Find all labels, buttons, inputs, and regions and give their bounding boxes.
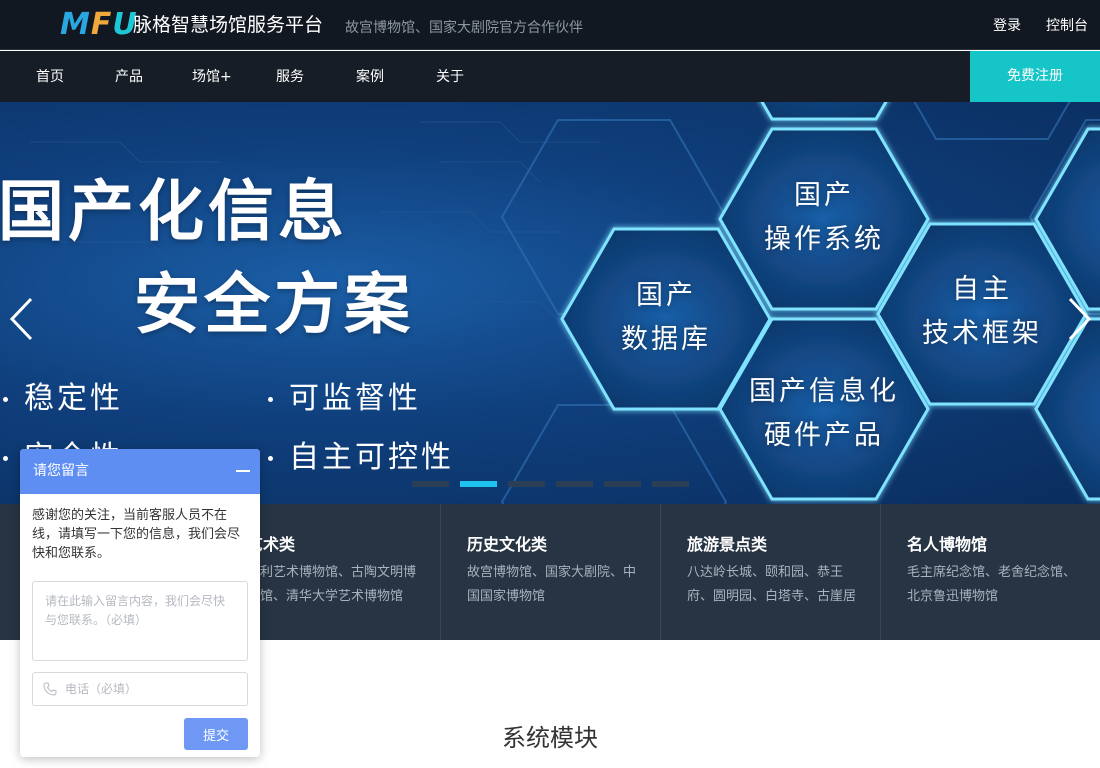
category-title: 名人博物馆: [907, 535, 988, 554]
category-desc: 八达岭长城、颐和园、恭王府、圆明园、白塔寺、古崖居: [687, 565, 857, 604]
hex-label-hardware: 国产信息化 硬件产品: [749, 376, 899, 451]
nav-item-products[interactable]: 产品: [115, 67, 143, 87]
hex-label-framework: 自主 技术框架: [922, 274, 1042, 349]
carousel-dot[interactable]: [508, 481, 545, 487]
carousel-dot[interactable]: [652, 481, 689, 487]
chat-header[interactable]: 请您留言: [20, 449, 260, 494]
minimize-icon[interactable]: [236, 470, 250, 472]
hero-title-line1: 国产化信息: [0, 173, 348, 250]
nav-item-about[interactable]: 关于: [436, 67, 464, 87]
hero-title-line2: 安全方案: [134, 266, 414, 343]
register-button[interactable]: 免费注册: [970, 51, 1100, 102]
nav-item-services[interactable]: 服务: [276, 67, 304, 87]
category-history[interactable]: 历史文化类 故宫博物馆、国家大剧院、中国国家博物馆: [440, 504, 660, 640]
hex-label-database: 国产 数据库: [621, 280, 711, 355]
tagline: 故宫博物馆、国家大剧院官方合作伙伴: [345, 20, 583, 36]
category-desc: 故宫博物馆、国家大剧院、中国国家博物馆: [467, 565, 637, 604]
top-bar: MFU 脉格智慧场馆服务平台 故宫博物馆、国家大剧院官方合作伙伴 登录 控制台: [0, 0, 1100, 50]
category-desc: 毛主席纪念馆、老舍纪念馆、北京鲁迅博物馆: [907, 565, 1077, 604]
hex-label-os: 国产 操作系统: [764, 180, 884, 255]
category-tourism[interactable]: 旅游景点类 八达岭长城、颐和园、恭王府、圆明园、白塔寺、古崖居: [660, 504, 880, 640]
nav-item-home[interactable]: 首页: [36, 67, 64, 87]
nav-item-venues[interactable]: 场馆+: [192, 67, 232, 87]
category-title: 历史文化类: [467, 535, 548, 554]
hero-bullet: 可监督性: [268, 381, 421, 417]
phone-input[interactable]: [65, 673, 245, 705]
chat-message: 感谢您的关注，当前客服人员不在线，请填写一下您的信息，我们会尽快和您联系。: [32, 508, 241, 561]
hero-bullet: 自主可控性: [268, 440, 454, 476]
message-input[interactable]: [32, 581, 248, 661]
login-link[interactable]: 登录: [993, 16, 1021, 36]
category-celebrity[interactable]: 名人博物馆 毛主席纪念馆、老舍纪念馆、北京鲁迅博物馆: [880, 504, 1100, 640]
carousel-dot-active[interactable]: [460, 481, 497, 487]
category-desc: 保利艺术博物馆、古陶文明博物馆、清华大学艺术博物馆: [247, 565, 417, 604]
hero-bullet: 稳定性: [3, 381, 123, 417]
submit-button[interactable]: 提交: [184, 718, 248, 750]
chat-widget: 请您留言 感谢您的关注，当前客服人员不在线，请填写一下您的信息，我们会尽快和您联…: [20, 449, 260, 757]
logo[interactable]: MFU: [60, 8, 138, 42]
console-link[interactable]: 控制台: [1046, 16, 1088, 36]
chevron-left-icon[interactable]: [9, 297, 35, 341]
nav-item-cases[interactable]: 案例: [356, 67, 384, 87]
main-nav: 首页 产品 场馆+ 服务 案例 关于 免费注册: [0, 51, 1100, 102]
brand-name: 脉格智慧场馆服务平台: [133, 14, 324, 36]
carousel-dot[interactable]: [412, 481, 449, 487]
chat-title: 请您留言: [33, 463, 89, 479]
category-title: 旅游景点类: [687, 535, 768, 554]
hero-carousel: 国产化信息 安全方案 稳定性 可监督性 安全性 自主可控性 国产操作系统 国产数…: [0, 102, 1100, 504]
carousel-dot[interactable]: [556, 481, 593, 487]
chevron-right-icon[interactable]: [1066, 297, 1092, 341]
carousel-dot[interactable]: [604, 481, 641, 487]
phone-icon: [43, 682, 57, 696]
phone-field[interactable]: [32, 672, 248, 706]
